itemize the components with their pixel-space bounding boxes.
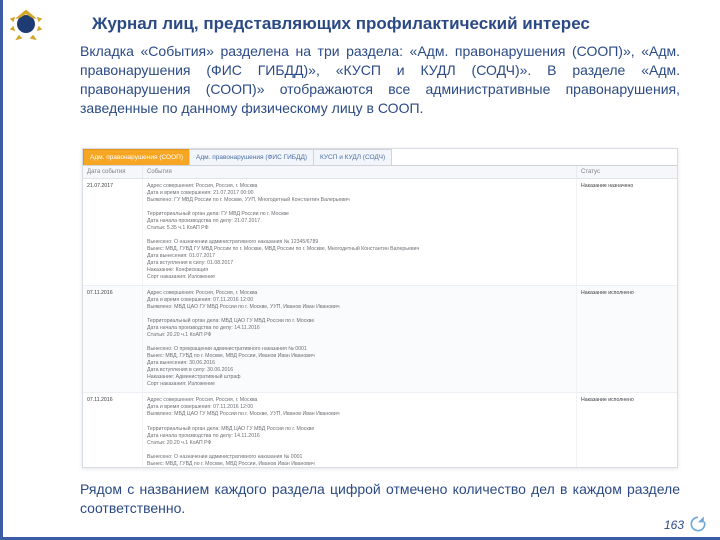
cell-date: 07.11.2016 [83, 393, 143, 468]
cell-date: 21.07.2017 [83, 179, 143, 285]
tabs-bar: Адм. правонарушения (СООП) Адм. правонар… [83, 149, 677, 166]
event-line: Дата начала производства по делу: 21.07.… [147, 218, 572, 225]
intro-paragraph: Вкладка «События» разделена на три разде… [80, 42, 680, 118]
event-line: Вынес: МВД, ГУВД по г. Москве, МВД Росси… [147, 353, 572, 360]
event-line [147, 311, 572, 318]
event-line: Территориальный орган дела: МВД ЦАО ГУ М… [147, 318, 572, 325]
tab-soop[interactable]: Адм. правонарушения (СООП) [83, 149, 190, 165]
refresh-icon [688, 514, 708, 534]
slide-border-left [0, 0, 3, 540]
event-line: Дата и время совершения: 07.11.2016 12:0… [147, 297, 572, 304]
event-line: Дата вступления в силу: 30.06.2016 [147, 367, 572, 374]
tab-gibdd[interactable]: Адм. правонарушения (ФИС ГИБДД) [189, 149, 314, 165]
table-row: 21.07.2017 Адрес совершения: Россия, Росс… [83, 179, 677, 286]
event-line: Наказание: Конфискация [147, 267, 572, 274]
event-line [147, 418, 572, 425]
event-line: Адрес совершения: Россия, Россия, г. Мос… [147, 397, 572, 404]
event-line: Дата вынесения: 30.06.2016 [147, 360, 572, 367]
event-line: Выявлено: МВД ЦАО ГУ МВД России по г. Мо… [147, 304, 572, 311]
event-line: Дата начала производства по делу: 14.11.… [147, 433, 572, 440]
event-line: Территориальный орган дела: МВД ЦАО ГУ М… [147, 426, 572, 433]
event-line: Вынес: МВД, ГУВД по г. Москве, МВД Росси… [147, 461, 572, 468]
cell-status: Наказание исполнено [577, 393, 677, 468]
event-line: Дата начала производства по делу: 14.11.… [147, 325, 572, 332]
footer-paragraph: Рядом с названием каждого раздела цифрой… [80, 480, 680, 518]
page-title: Журнал лиц, представляющих профилактичес… [92, 14, 682, 34]
event-line: Территориальный орган дела: ГУ МВД Росси… [147, 211, 572, 218]
app-screenshot: Адм. правонарушения (СООП) Адм. правонар… [82, 148, 678, 468]
event-line: Дата вступления в силу: 01.08.2017 [147, 260, 572, 267]
event-line: Статьи: 20.20 ч.1 КоАП РФ [147, 440, 572, 447]
tab-sodch[interactable]: КУСП и КУДЛ (СОДЧ) [313, 149, 392, 165]
event-line [147, 339, 572, 346]
table-body: 21.07.2017 Адрес совершения: Россия, Росс… [83, 179, 677, 468]
emblem-icon [8, 6, 44, 42]
event-line: Наказание: Административный штраф [147, 374, 572, 381]
event-line: Выявлено: ГУ МВД России по г. Москве, УУ… [147, 197, 572, 204]
event-line [147, 204, 572, 211]
table-row: 07.11.2016 Адрес совершения: Россия, Росс… [83, 286, 677, 393]
event-line: Сорт наказания: Изложение [147, 381, 572, 388]
event-line: Дата и время совершения: 07.11.2016 12:0… [147, 404, 572, 411]
event-line: Статьи: 20.20 ч.1 КоАП РФ [147, 332, 572, 339]
col-date: Дата события [83, 166, 143, 178]
event-line: Сорт наказания: Изложение [147, 274, 572, 281]
table-header: Дата события События Статус [83, 166, 677, 179]
cell-status: Наказание исполнено [577, 286, 677, 392]
table-row: 07.11.2016 Адрес совершения: Россия, Росс… [83, 393, 677, 468]
page-number: 163 [664, 518, 684, 532]
event-line: Адрес совершения: Россия, Россия, г. Мос… [147, 183, 572, 190]
event-line: Вынесено: О назначении административного… [147, 454, 572, 461]
event-line: Статьи: 5.35 ч.1 КоАП РФ [147, 225, 572, 232]
event-line: Дата и время совершения: 21.07.2017 00:0… [147, 190, 572, 197]
col-event: События [143, 166, 577, 178]
event-line [147, 232, 572, 239]
event-line: Адрес совершения: Россия, Россия, г. Мос… [147, 290, 572, 297]
cell-event: Адрес совершения: Россия, Россия, г. Мос… [143, 286, 577, 392]
cell-event: Адрес совершения: Россия, Россия, г. Мос… [143, 179, 577, 285]
cell-status: Наказание назначено [577, 179, 677, 285]
event-line: Дата вынесения: 01.07.2017 [147, 253, 572, 260]
col-status: Статус [577, 166, 677, 178]
event-line [147, 447, 572, 454]
event-line: Вынесено: О назначении административного… [147, 239, 572, 246]
cell-date: 07.11.2016 [83, 286, 143, 392]
event-line: Выявлено: МВД ЦАО ГУ МВД России по г. Мо… [147, 411, 572, 418]
event-line: Вынесено: О прекращении административног… [147, 346, 572, 353]
cell-event: Адрес совершения: Россия, Россия, г. Мос… [143, 393, 577, 468]
event-line: Вынес: МВД, ГУВД ГУ МВД России по г. Мос… [147, 246, 572, 253]
